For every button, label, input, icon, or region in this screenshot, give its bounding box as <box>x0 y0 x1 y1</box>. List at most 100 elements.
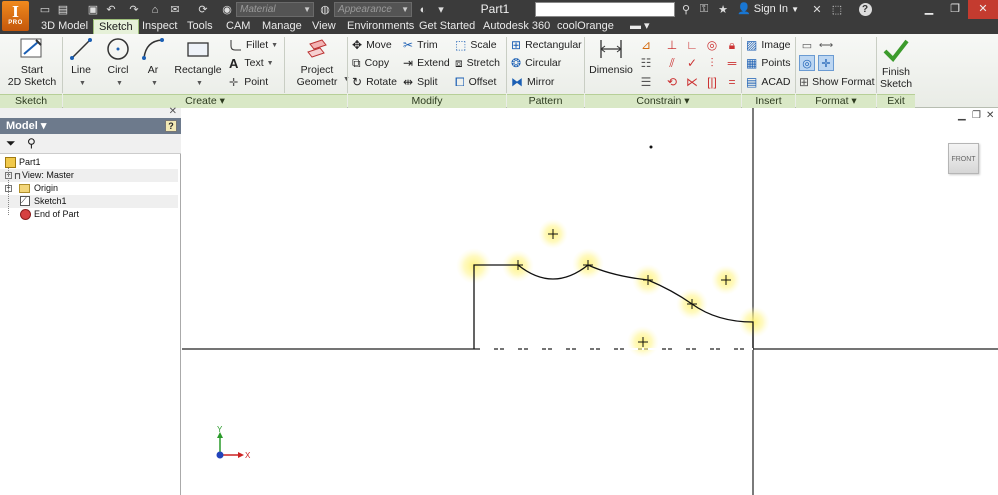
construction-icon[interactable]: ▭ <box>799 37 815 53</box>
tab-view[interactable]: View <box>307 19 341 34</box>
stretch-button[interactable]: ⧈ Stretch <box>455 55 500 71</box>
tree-item-end-of-part[interactable]: End of Part <box>0 208 178 221</box>
dimension-button[interactable]: Dimensio <box>588 36 634 76</box>
filter-icon[interactable]: ⏷ <box>6 136 16 151</box>
tab-cam[interactable]: CAM <box>221 19 255 34</box>
constraint-settings-icon[interactable]: ☷ <box>638 55 654 71</box>
tab-coolorange[interactable]: coolOrange <box>552 19 619 34</box>
move-button[interactable]: ✥ Move <box>352 37 392 53</box>
tab-3d-model[interactable]: 3D Model <box>36 19 93 34</box>
mirror-button[interactable]: ⧓ Mirror <box>511 74 554 90</box>
minimize-button[interactable]: ▁ <box>916 0 942 19</box>
smooth-constraint-icon[interactable]: ⟲ <box>664 74 680 90</box>
canvas-close-icon[interactable]: ✕ <box>986 110 994 121</box>
copy-button[interactable]: ⧉ Copy <box>352 55 389 71</box>
undo-icon[interactable]: ↶ <box>104 2 118 17</box>
subscription-icon[interactable]: ⚿ <box>697 2 711 17</box>
tab-tools[interactable]: Tools <box>182 19 218 34</box>
project-geometry-button[interactable]: Project Geometr <box>290 36 344 88</box>
app-logo[interactable]: I PRO <box>2 1 29 31</box>
info-center-icon[interactable]: ⬚ <box>830 2 844 17</box>
perpendicular-constraint-icon[interactable]: ⊥ <box>664 37 680 53</box>
finish-sketch-button[interactable]: Finish Sketch <box>879 36 913 90</box>
concentric-constraint-icon[interactable]: ◎ <box>704 37 720 53</box>
tree-item-sketch1[interactable]: ⟋ Sketch1 <box>0 195 178 208</box>
canvas-minimize-icon[interactable]: ▁ <box>958 110 966 121</box>
return-icon[interactable]: ✉ <box>168 2 182 17</box>
tab-manage[interactable]: Manage <box>257 19 307 34</box>
canvas-restore-icon[interactable]: ❐ <box>972 110 981 121</box>
exchange-apps-icon[interactable]: ✕ <box>810 2 824 17</box>
acad-button[interactable]: ▤ ACAD <box>746 74 791 90</box>
tab-get-started[interactable]: Get Started <box>414 19 480 34</box>
fix-constraint-icon[interactable]: 🔒︎ <box>724 37 740 53</box>
horizontal-constraint-icon[interactable]: ⫶ <box>704 55 720 71</box>
group-label-create[interactable]: Create ▾ <box>63 94 347 108</box>
trim-button[interactable]: ✂ Trim <box>403 37 438 53</box>
fillet-button[interactable]: Fillet ▼ <box>229 37 278 53</box>
points-button[interactable]: ▦ Points <box>746 55 791 71</box>
collinear-constraint-icon[interactable]: ⫽ <box>664 55 680 71</box>
extend-button[interactable]: ⇥ Extend <box>403 55 450 71</box>
group-label-format[interactable]: Format ▾ <box>796 94 876 108</box>
image-button[interactable]: ▨ Image <box>746 37 791 53</box>
viewcube[interactable]: FRONT <box>948 143 979 174</box>
tab-autodesk-360[interactable]: Autodesk 360 <box>478 19 555 34</box>
help-icon[interactable]: ? <box>165 120 177 132</box>
adjust-icon[interactable]: ▾ <box>434 2 448 17</box>
point-button[interactable]: ✛ Point <box>229 74 268 90</box>
vertical-constraint-icon[interactable]: = <box>724 74 740 90</box>
home-icon[interactable]: ⌂ <box>148 2 162 17</box>
coincident-constraint-icon[interactable]: ⋉ <box>684 74 700 90</box>
sketch-canvas[interactable]: Y X <box>182 108 998 495</box>
arc-button[interactable]: Ar ▼ <box>138 36 168 90</box>
tab-inspect[interactable]: Inspect <box>137 19 182 34</box>
line-button[interactable]: Line ▼ <box>66 36 96 90</box>
equal-constraint-icon[interactable]: ═ <box>724 55 740 71</box>
open-icon[interactable]: ▤ <box>56 2 70 17</box>
tree-item-origin[interactable]: + Origin <box>0 182 178 195</box>
save-icon[interactable]: ▣ <box>86 2 100 17</box>
scale-button[interactable]: ⬚ Scale <box>455 37 497 53</box>
sign-in-link[interactable]: 👤 Sign In ▼ <box>737 2 799 17</box>
rectangular-pattern-button[interactable]: ⊞ Rectangular <box>511 37 582 53</box>
split-button[interactable]: ⇹ Split <box>403 74 438 90</box>
maximize-button[interactable]: ❐ <box>942 0 968 19</box>
tab-overflow[interactable]: ▬ ▾ <box>625 19 655 34</box>
center-point-icon[interactable]: ✛ <box>818 55 834 71</box>
graphics-window[interactable]: Y X <box>182 108 998 495</box>
find-icon[interactable]: ⚲ <box>27 136 36 150</box>
sketch-point-dot[interactable] <box>649 145 653 149</box>
close-button[interactable]: ✕ <box>968 0 998 19</box>
start-2d-sketch-button[interactable]: Start 2D Sketch <box>6 36 58 88</box>
search-icon[interactable]: ⚲ <box>679 2 693 17</box>
centerline-icon[interactable]: ◎ <box>799 55 815 71</box>
circle-button[interactable]: Circl ▼ <box>102 36 134 90</box>
group-label-constrain[interactable]: Constrain ▾ <box>585 94 741 108</box>
rectangle-button[interactable]: Rectangle ▼ <box>174 36 222 90</box>
text-button[interactable]: A Text ▼ <box>229 55 274 71</box>
tangent-constraint-icon[interactable]: ✓ <box>684 55 700 71</box>
show-constraints-icon[interactable]: ☰ <box>638 74 654 90</box>
show-format-button[interactable]: ⊞ Show Format <box>799 74 875 90</box>
browser-header[interactable]: Model ▾ ? <box>0 118 181 134</box>
appearance-dropdown[interactable]: Appearance ▼ <box>334 2 412 17</box>
tab-environments[interactable]: Environments <box>342 19 419 34</box>
offset-button[interactable]: ⧠ Offset <box>455 74 496 90</box>
circular-pattern-button[interactable]: ❂ Circular <box>511 55 561 71</box>
auto-dimension-icon[interactable]: ⊿ <box>638 37 654 53</box>
new-icon[interactable]: ▭ <box>38 2 52 17</box>
close-icon[interactable]: ✕ <box>169 106 177 117</box>
tab-sketch[interactable]: Sketch <box>93 19 139 34</box>
search-input[interactable] <box>535 2 675 17</box>
material-dropdown[interactable]: Material ▼ <box>236 2 314 17</box>
driven-dimension-icon[interactable]: ⟷ <box>818 37 834 53</box>
help-icon[interactable]: ? <box>856 2 874 17</box>
tree-item-part[interactable]: Part1 <box>0 156 178 169</box>
rotate-button[interactable]: ↻ Rotate <box>352 74 397 90</box>
favorites-icon[interactable]: ★ <box>716 2 730 17</box>
symmetric-constraint-icon[interactable]: [|] <box>704 74 720 90</box>
update-icon[interactable]: ⟳ <box>196 2 210 17</box>
parallel-constraint-icon[interactable]: ∟ <box>684 37 700 53</box>
tree-item-view-master[interactable]: + ⊓ View: Master <box>0 169 178 182</box>
